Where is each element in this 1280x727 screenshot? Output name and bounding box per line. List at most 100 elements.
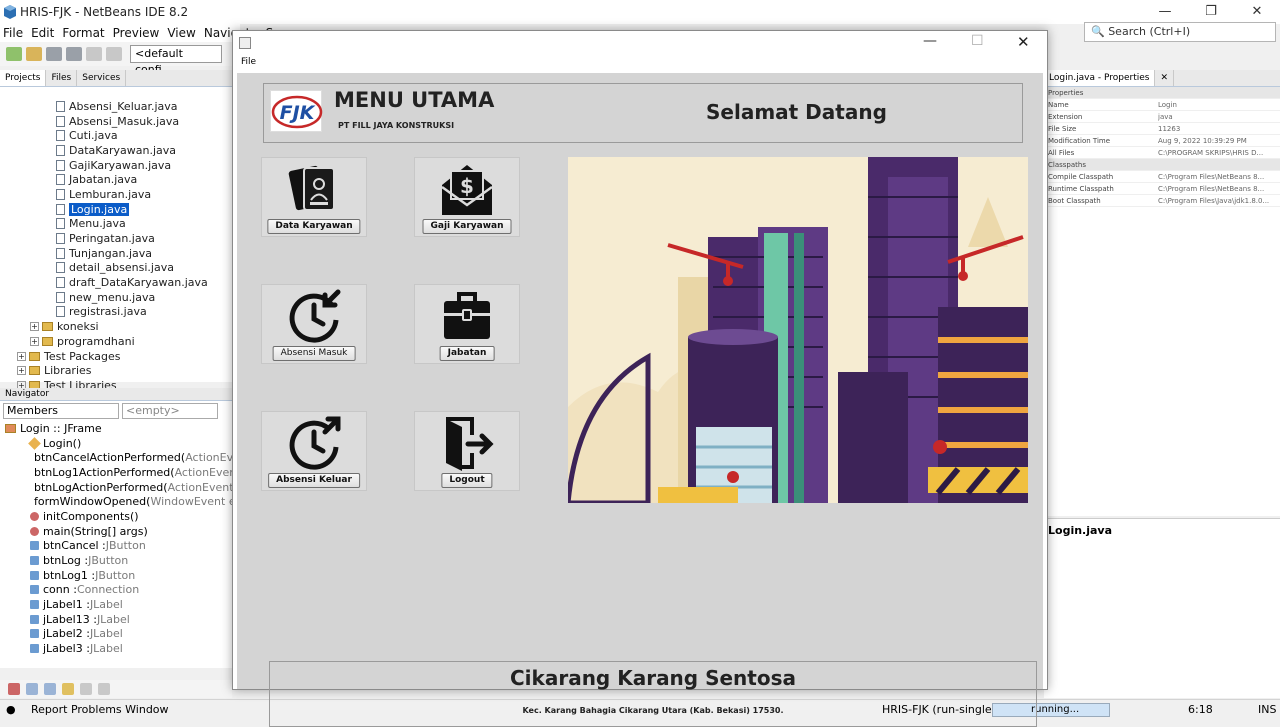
app-menu-bar: File [233,57,1047,71]
minimize-icon[interactable]: — [1142,0,1188,24]
filter-select[interactable]: <empty> [122,403,218,419]
app-close-icon[interactable]: ✕ [1017,33,1030,51]
navigator-member[interactable]: conn : Connection [0,583,232,598]
app-menu-file[interactable]: File [241,57,256,67]
property-row[interactable]: Compile Classpath C:\Program Files\NetBea… [1044,171,1280,183]
navigator-member[interactable]: btnLogActionPerformed(ActionEvent [0,480,234,495]
navigator-member[interactable]: jLabel13 : JLabel [0,612,232,627]
filter-icon[interactable] [8,683,20,695]
member-name: jLabel1 : [43,598,90,612]
property-row[interactable]: Extension java [1044,111,1280,123]
members-select[interactable]: Members [3,403,119,419]
gaji-karyawan-button[interactable]: Gaji Karyawan [422,219,512,234]
tree-file-item[interactable]: Absensi_Keluar.java [0,99,232,114]
open-project-icon[interactable] [46,47,62,61]
tab-services[interactable]: Services [77,70,127,86]
tree-file-item[interactable]: registrasi.java [0,305,232,320]
menu-file[interactable]: File [3,24,23,42]
tree-file-item[interactable]: draft_DataKaryawan.java [0,275,232,290]
new-project-icon[interactable] [26,47,42,61]
tab-projects[interactable]: Projects [0,70,47,86]
inherited-icon[interactable] [80,683,92,695]
tree-file-item[interactable]: GajiKaryawan.java [0,158,232,173]
absensi-masuk-button[interactable]: Absensi Masuk [272,346,356,361]
tree-file-item[interactable]: Jabatan.java [0,172,232,187]
navigator-member[interactable]: Login() [0,436,232,451]
navigator-member[interactable]: main(String[] args) [0,524,232,539]
id-cards-icon [288,165,335,211]
undo-icon[interactable] [86,47,102,61]
menu-format[interactable]: Format [62,24,104,42]
navigator-member[interactable]: btnCancelActionPerformed(ActionEve [0,450,240,465]
menu-view[interactable]: View [167,24,195,42]
property-row[interactable]: Runtime Classpath C:\Program Files\NetBea… [1044,183,1280,195]
classpaths-section[interactable]: Classpaths [1044,159,1280,171]
expand-icon[interactable]: + [17,351,26,361]
private-icon[interactable] [62,683,74,695]
sort-icon[interactable] [98,683,110,695]
fields-icon[interactable] [26,683,38,695]
tree-file-item[interactable]: Lemburan.java [0,187,232,202]
property-row[interactable]: Name Login [1044,99,1280,111]
navigator-member[interactable]: btnLog1ActionPerformed(ActionEvent [0,465,241,480]
tree-file-item[interactable]: new_menu.java [0,290,232,305]
navigator-member[interactable]: jLabel1 : JLabel [0,597,232,612]
tree-file-item[interactable]: DataKaryawan.java [0,143,232,158]
data-karyawan-button[interactable]: Data Karyawan [267,219,361,234]
expand-icon[interactable]: + [30,336,39,346]
properties-close-icon[interactable]: ✕ [1155,70,1174,86]
absensi-keluar-button[interactable]: Absensi Keluar [268,473,360,488]
tree-file-label: Login.java [69,202,130,216]
property-row[interactable]: All Files C:\PROGRAM SKRIPS\HRIS D... [1044,147,1280,159]
config-select[interactable]: <default confi... [130,45,222,76]
report-problems-icon[interactable]: ● [6,703,16,716]
navigator-member[interactable]: btnCancel : JButton [0,539,232,554]
property-value: C:\Program Files\NetBeans 8... [1158,172,1265,181]
close-icon[interactable]: ✕ [1234,0,1280,24]
welcome-text: Selamat Datang [706,100,887,124]
navigator-member[interactable]: btnLog : JButton [0,553,232,568]
expand-icon[interactable]: + [30,322,39,332]
property-row[interactable]: Boot Classpath C:\Program Files\Java\jdk1… [1044,195,1280,207]
tree-file-item[interactable]: Peringatan.java [0,231,232,246]
tree-file-item[interactable]: Tunjangan.java [0,246,232,261]
search-input[interactable]: 🔍 Search (Ctrl+I) [1084,22,1276,42]
tree-file-item[interactable]: Cuti.java [0,128,232,143]
property-key: Modification Time [1048,136,1111,145]
app-maximize-icon[interactable]: ☐ [971,33,984,49]
redo-icon[interactable] [106,47,122,61]
tree-file-item[interactable]: detail_absensi.java [0,261,232,276]
tree-file-item[interactable]: Menu.java [0,217,232,232]
navigator-member[interactable]: formWindowOpened(WindowEvent ev [0,494,242,509]
property-row[interactable]: Modification Time Aug 9, 2022 10:39:29 PM [1044,135,1280,147]
report-problems-label[interactable]: Report Problems Window [31,703,169,716]
property-row[interactable]: File Size 11263 [1044,123,1280,135]
tree-file-item[interactable]: Login.java [0,202,232,217]
salary-envelope-icon: $ [441,165,493,215]
menu-edit[interactable]: Edit [31,24,54,42]
new-file-icon[interactable] [6,47,22,61]
tree-root-item[interactable]: + Libraries [0,363,232,378]
svg-text:$: $ [460,174,474,198]
tree-folder-item[interactable]: + koneksi [0,319,232,334]
navigator-member[interactable]: jLabel3 : JLabel [0,641,232,656]
java-file-icon [56,159,65,171]
tab-files[interactable]: Files [46,70,78,86]
navigator-member[interactable]: btnLog1 : JButton [0,568,232,583]
restore-icon[interactable]: ❐ [1188,0,1234,24]
properties-section[interactable]: Properties [1044,87,1280,99]
navigator-member[interactable]: initComponents() [0,509,232,524]
save-all-icon[interactable] [66,47,82,61]
properties-title[interactable]: Login.java - Properties [1044,70,1156,86]
expand-icon[interactable]: + [17,366,26,376]
logout-button[interactable]: Logout [441,473,493,488]
static-icon[interactable] [44,683,56,695]
tree-folder-item[interactable]: + programdhani [0,334,232,349]
tree-file-item[interactable]: Absensi_Masuk.java [0,114,232,129]
app-minimize-icon[interactable]: — [923,33,937,49]
menu-preview[interactable]: Preview [113,24,160,42]
navigator-member[interactable]: jLabel2 : JLabel [0,627,232,642]
tree-root-item[interactable]: + Test Packages [0,349,232,364]
jabatan-button[interactable]: Jabatan [439,346,495,361]
navigator-root[interactable]: Login :: JFrame [0,421,232,436]
